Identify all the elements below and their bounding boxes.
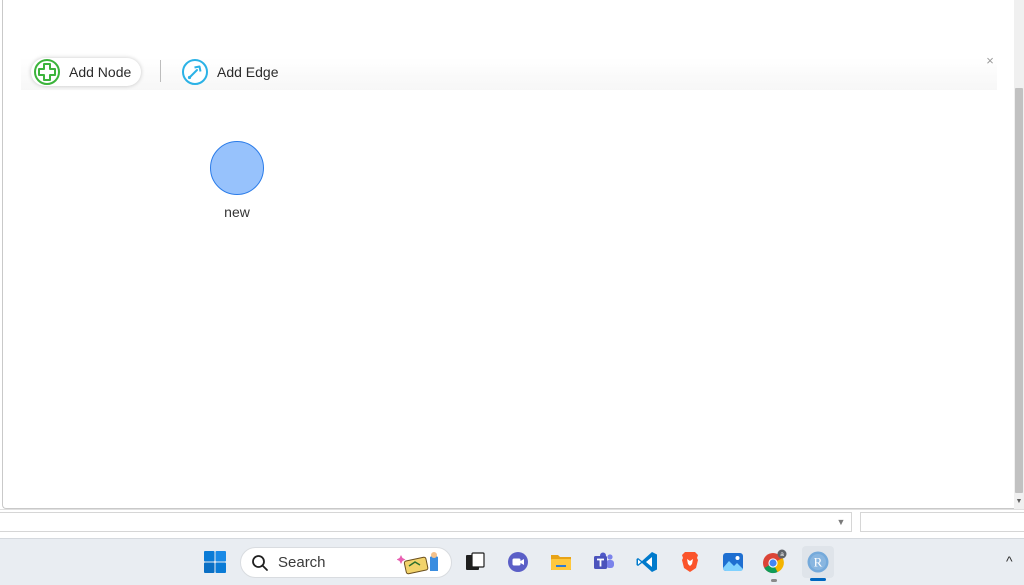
windows-taskbar: Search a R ^ xyxy=(0,538,1024,585)
add-edge-icon xyxy=(182,59,208,85)
add-edge-label: Add Edge xyxy=(217,64,279,80)
add-node-label: Add Node xyxy=(69,64,132,80)
search-label: Search xyxy=(278,554,326,571)
network-node[interactable] xyxy=(210,141,264,195)
add-node-icon xyxy=(34,59,60,85)
close-toolbar-icon[interactable]: × xyxy=(983,53,997,68)
add-node-button[interactable]: Add Node xyxy=(31,58,142,86)
file-explorer-icon[interactable] xyxy=(547,548,575,576)
network-canvas[interactable]: Add Node Add Edge × new xyxy=(2,0,1014,509)
toolbar-separator xyxy=(160,60,161,82)
windows-start-icon[interactable] xyxy=(201,548,229,576)
network-manipulation-toolbar: Add Node Add Edge xyxy=(21,58,997,90)
taskbar-search-box[interactable]: Search xyxy=(240,547,452,578)
bottom-side-field[interactable] xyxy=(860,512,1024,532)
bottom-dropdown-field[interactable] xyxy=(0,512,852,532)
scrollbar-thumb[interactable] xyxy=(1015,88,1023,493)
app-window: Add Node Add Edge × new ▼ ▼ Search a R ^ xyxy=(0,0,1024,585)
dropdown-arrow-icon[interactable]: ▼ xyxy=(832,514,850,530)
scroll-down-arrow-icon[interactable]: ▼ xyxy=(1015,497,1023,507)
teams-icon[interactable] xyxy=(590,548,618,576)
brave-icon[interactable] xyxy=(676,548,704,576)
add-edge-button[interactable]: Add Edge xyxy=(181,58,289,86)
vscode-icon[interactable] xyxy=(633,548,661,576)
chrome-icon[interactable]: a xyxy=(760,548,788,576)
r-icon-letter: R xyxy=(814,555,823,570)
photos-icon[interactable] xyxy=(719,548,747,576)
r-icon[interactable]: R xyxy=(802,546,834,578)
network-node-label: new xyxy=(224,204,250,220)
tray-chevron-up-icon[interactable]: ^ xyxy=(1006,553,1013,569)
task-view-icon[interactable] xyxy=(461,548,489,576)
search-icon xyxy=(252,554,268,571)
bottom-strip: ▼ xyxy=(0,509,1024,537)
vertical-scrollbar[interactable]: ▼ xyxy=(1014,0,1024,509)
search-highlight-illustration-icon xyxy=(397,552,438,575)
chrome-running-indicator xyxy=(771,579,777,582)
r-active-indicator xyxy=(810,578,826,581)
chrome-profile-badge: a xyxy=(780,551,784,558)
meet-icon[interactable] xyxy=(504,548,532,576)
